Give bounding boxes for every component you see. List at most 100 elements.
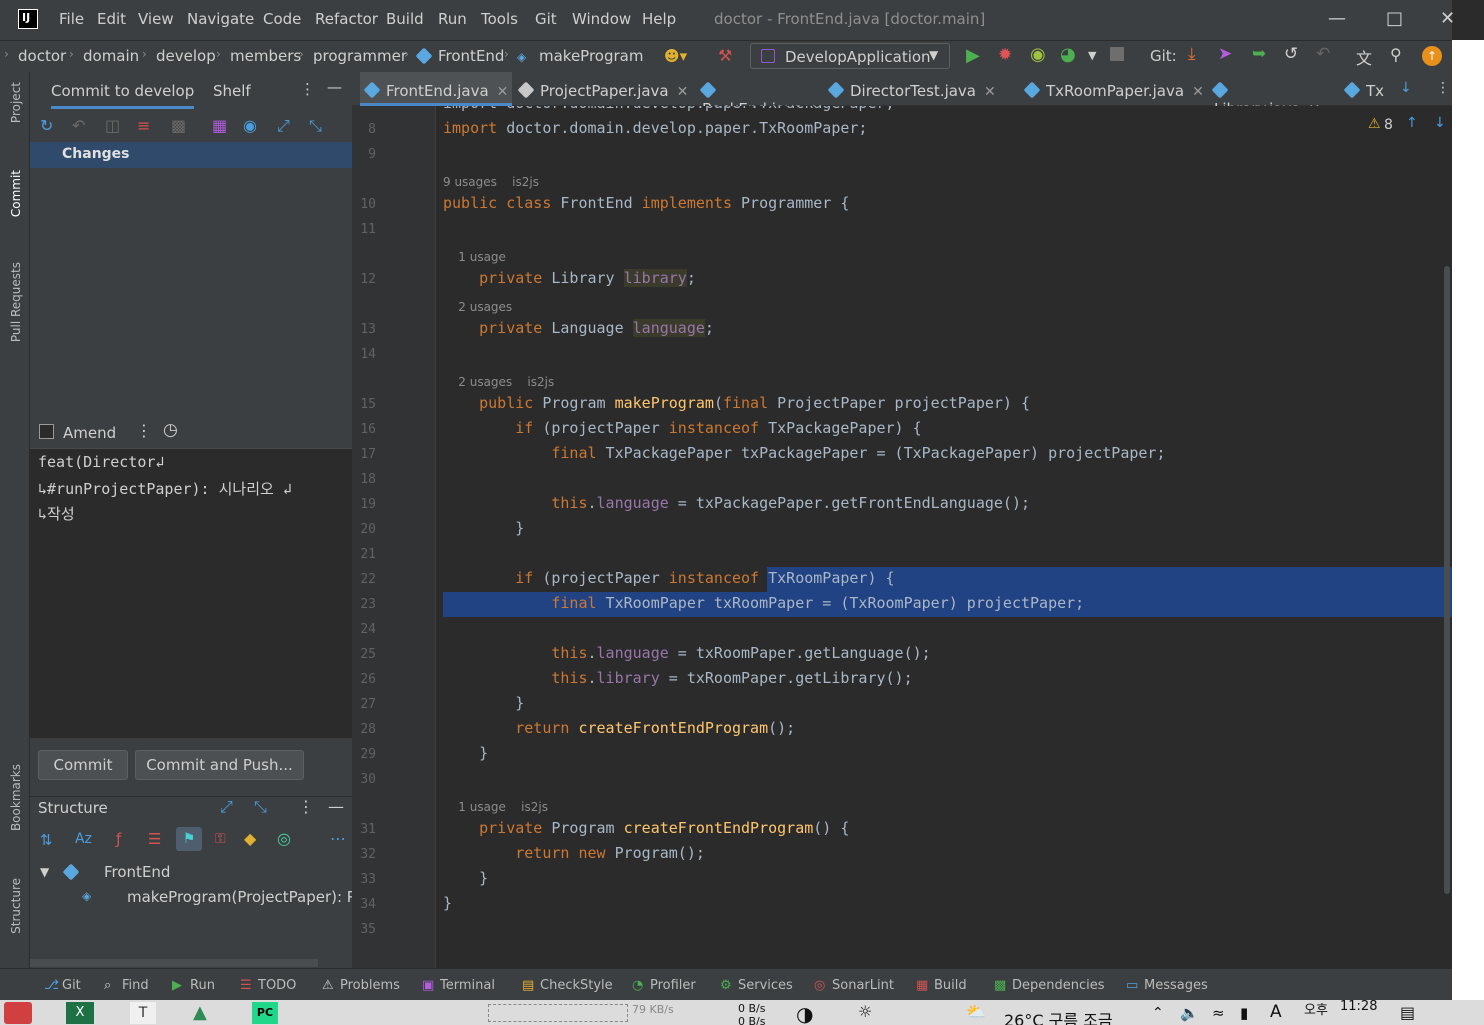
tool-tab-bookmarks[interactable]: Bookmarks: [9, 764, 23, 831]
menu-navigate[interactable]: Navigate: [187, 10, 254, 28]
maximize-icon[interactable]: □: [1386, 8, 1403, 29]
close-tab-icon[interactable]: ✕: [1192, 84, 1204, 100]
tool-window-dependencies[interactable]: Dependencies: [1012, 978, 1105, 993]
warning-icon[interactable]: ⚠: [1368, 116, 1381, 132]
breadcrumb-makeprogram[interactable]: makeProgram: [539, 47, 643, 65]
debug-icon[interactable]: ✹: [998, 45, 1012, 65]
tray-expand-icon[interactable]: ⌃: [1152, 1005, 1164, 1021]
view-options-icon[interactable]: ◉: [243, 116, 257, 135]
commit-options-icon[interactable]: ⋮: [136, 421, 152, 440]
wifi-icon[interactable]: ≈: [1212, 1004, 1225, 1022]
close-window-icon[interactable]: ✕: [1440, 8, 1455, 29]
tool-tab-commit[interactable]: Commit: [9, 170, 23, 217]
rollback-icon[interactable]: ↶: [1316, 44, 1330, 64]
refresh-icon[interactable]: ↻: [40, 116, 53, 135]
commit-and-push-button[interactable]: Commit and Push...: [135, 750, 304, 780]
editor-tab[interactable]: DirectorTest.java ✕: [824, 72, 1018, 106]
battery-icon[interactable]: ▮: [1240, 1004, 1248, 1022]
collapse-icon[interactable]: ⤡: [254, 797, 267, 817]
sourcetree-icon[interactable]: ▲: [193, 1002, 207, 1023]
menu-tools[interactable]: Tools: [481, 10, 518, 28]
shelve-icon[interactable]: ≡: [137, 116, 150, 135]
clock-time[interactable]: 11:28: [1340, 999, 1377, 1014]
sort-alpha-icon[interactable]: Az: [75, 831, 92, 847]
editor-tab[interactable]: ProjectPaper.java ✕: [514, 72, 694, 106]
group-by-icon[interactable]: ▦: [212, 116, 227, 135]
close-tab-icon[interactable]: ✕: [677, 84, 689, 100]
ime-indicator[interactable]: A: [1270, 1002, 1282, 1022]
update-icon[interactable]: ↑: [1422, 46, 1442, 66]
tool-window-find[interactable]: Find: [122, 978, 149, 993]
tab-shelf[interactable]: Shelf: [213, 82, 251, 100]
tabs-more-icon[interactable]: ⋮: [1436, 80, 1450, 96]
structure-options-icon[interactable]: ⋮: [298, 797, 314, 816]
sort-icon[interactable]: ⇅: [40, 831, 53, 849]
taskbar-search[interactable]: [488, 1004, 628, 1022]
tabs-scroll-icon[interactable]: ↓: [1400, 80, 1412, 96]
download-icon[interactable]: ▩: [171, 116, 186, 135]
commit-button[interactable]: Commit: [38, 750, 128, 780]
more-icon[interactable]: ⋯: [330, 829, 346, 848]
tool-window-terminal[interactable]: Terminal: [440, 978, 495, 993]
next-highlight-icon[interactable]: ↓: [1434, 115, 1446, 131]
menu-help[interactable]: Help: [642, 10, 676, 28]
tool-window-build[interactable]: Build: [934, 978, 967, 993]
tool-tab-pull-requests[interactable]: Pull Requests: [9, 262, 23, 342]
tree-expand-icon[interactable]: ▼: [40, 865, 49, 879]
history-icon[interactable]: ↺: [1284, 44, 1298, 64]
tool-window-checkstyle[interactable]: CheckStyle: [540, 978, 613, 993]
expand-all-icon[interactable]: ⤢: [277, 116, 290, 136]
weather-text[interactable]: 26°C 구름 조금: [1004, 1007, 1113, 1025]
menu-view[interactable]: View: [138, 10, 174, 28]
tab-commit-to-develop[interactable]: Commit to develop: [51, 82, 195, 109]
show-fields-icon[interactable]: ☰: [148, 830, 161, 848]
show-diff-icon[interactable]: ◫: [105, 116, 120, 135]
vertical-scrollbar[interactable]: [1444, 266, 1450, 894]
close-tab-icon[interactable]: ✕: [497, 84, 509, 100]
menu-build[interactable]: Build: [386, 10, 424, 28]
code-area[interactable]: import doctor.domain.develop.paper.TxPac…: [352, 106, 1452, 968]
tool-window-services[interactable]: Services: [738, 978, 793, 993]
more-run-options-icon[interactable]: ▼: [1088, 49, 1096, 62]
breadcrumb-domain[interactable]: domain: [83, 47, 139, 65]
expand-icon[interactable]: ⤢: [220, 797, 233, 817]
git-push-icon[interactable]: ➥: [1252, 44, 1266, 64]
autoscroll-icon[interactable]: ◎: [277, 829, 291, 848]
tool-window-messages[interactable]: Messages: [1144, 978, 1208, 993]
hide-panel-icon[interactable]: —: [327, 78, 342, 96]
breadcrumb-doctor[interactable]: doctor: [18, 47, 66, 65]
editor-tab[interactable]: BackEnd.java✕: [696, 72, 823, 118]
user-group-icon[interactable]: ☻▾: [664, 47, 687, 65]
menu-refactor[interactable]: Refactor: [315, 10, 378, 28]
tool-tab-structure[interactable]: Structure: [9, 878, 23, 934]
menu-window[interactable]: Window: [572, 10, 631, 28]
minimize-icon[interactable]: —: [1328, 8, 1346, 29]
show-lambdas-icon[interactable]: ◆: [244, 829, 256, 848]
stop-icon[interactable]: [1110, 47, 1124, 61]
show-inherited-icon[interactable]: ⚑: [176, 827, 202, 851]
commit-message-input[interactable]: feat(Director↲ ↳#runProjectPaper): 시나리오 …: [30, 448, 352, 738]
amend-checkbox[interactable]: [39, 424, 54, 439]
search-icon[interactable]: ⚲: [1390, 45, 1402, 64]
profile-icon[interactable]: ◕: [1060, 44, 1076, 65]
tool-window-git[interactable]: Git: [62, 978, 81, 993]
menu-run[interactable]: Run: [438, 10, 467, 28]
typora-icon[interactable]: T: [130, 1002, 156, 1024]
code-vision-hint[interactable]: 9 usages is2js: [443, 175, 539, 189]
close-tab-icon[interactable]: ✕: [984, 84, 996, 100]
menu-code[interactable]: Code: [263, 10, 301, 28]
more-options-icon[interactable]: ⋮: [300, 80, 315, 98]
translate-icon[interactable]: 文: [1356, 45, 1372, 69]
menu-edit[interactable]: Edit: [97, 10, 126, 28]
structure-root[interactable]: FrontEnd: [104, 863, 170, 881]
structure-child[interactable]: makeProgram(ProjectPaper): Pro: [127, 888, 352, 906]
show-properties-icon[interactable]: ƒ: [116, 830, 121, 848]
horizontal-scrollbar[interactable]: [30, 959, 318, 967]
menu-git[interactable]: Git: [535, 10, 557, 28]
rollback-changes-icon[interactable]: ↶: [72, 116, 85, 135]
code-vision-hint[interactable]: 1 usage: [443, 250, 506, 264]
intellij-taskbar-icon[interactable]: [4, 1002, 32, 1024]
notification-icon[interactable]: ▤: [1400, 1003, 1415, 1022]
people-icon[interactable]: ☼: [858, 1002, 872, 1021]
tool-tab-project[interactable]: Project: [9, 82, 23, 123]
